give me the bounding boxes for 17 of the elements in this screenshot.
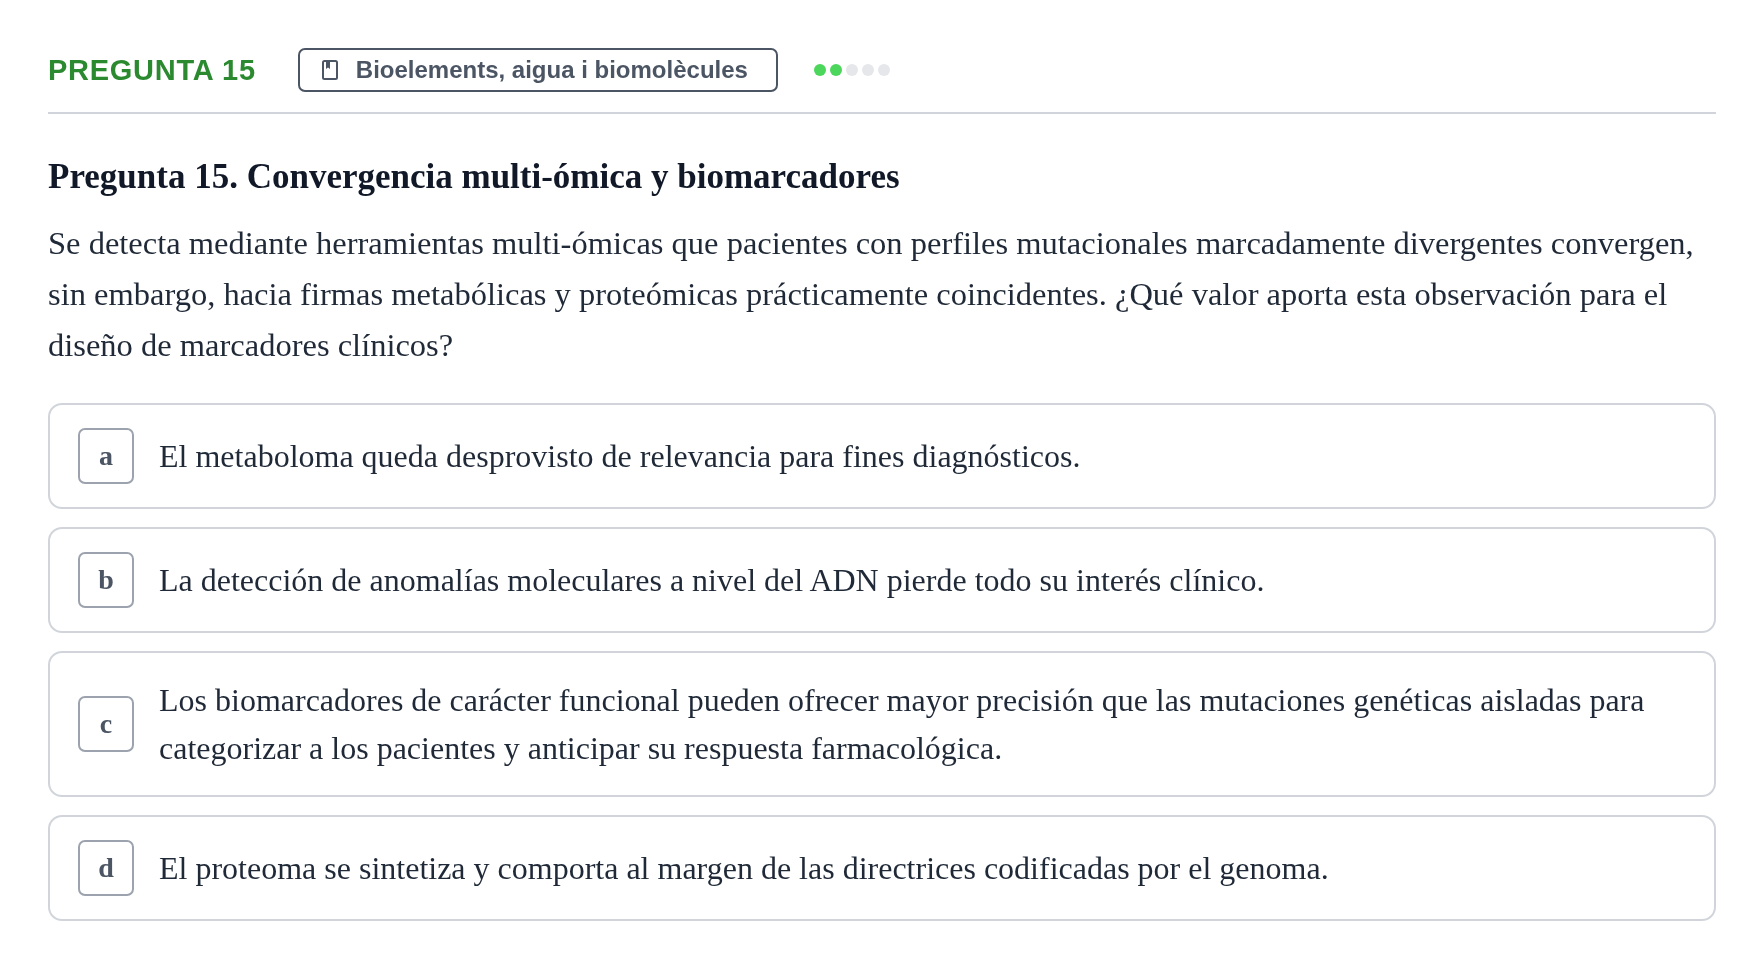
question-title: Pregunta 15. Convergencia multi-ómica y biomarcadores [48,156,901,198]
answer-option[interactable]: b La detección de anomalías moleculares a nivel del ADN pierde todo su interés clínico. [48,527,1716,633]
question-number-label: PREGUNTA 15 [48,55,256,85]
option-text: La detección de anomalías moleculares a nivel del ADN pierde todo su interés clínico. [159,561,1265,600]
topic-label: Bioelements, aigua i biomolècules [355,58,748,82]
option-letter: b [78,552,134,608]
option-letter: c [78,696,134,752]
option-text: El metaboloma queda desprovisto de relevancia para fines diagnósticos. [159,437,1081,476]
answer-option[interactable]: d El proteoma se sintetiza y comporta al margen de las directrices codificadas por el genoma. [48,815,1716,921]
option-letter: d [78,840,134,896]
option-text: Los biomarcadores de carácter funcional pueden ofrecer mayor precisión que las mutaciones genéticas aisladas para categorizar a los pacientes y anticipar su respuesta farmacológica. [159,681,1646,768]
book-icon [321,60,338,80]
option-text: El proteoma se sintetiza y comporta al margen de las directrices codificadas por el genoma. [159,849,1329,888]
option-letter: a [78,428,134,484]
question-text: Se detecta mediante herramientas multi-ómicas que pacientes con perfiles mutacionales marcadamente divergentes convergen, sin embargo, hacia firmas metabólicas y proteómicas prácticamente coincidentes. ¿Qué valor aporta esta observación para el diseño de marcadores clínicos? [48,224,1695,365]
answer-option[interactable]: c Los biomarcadores de carácter funcional pueden ofrecer mayor precisión que las mutaciones genéticas aisladas para categorizar a los pacientes y anticipar su respuesta farmacológica. [48,651,1716,797]
answer-option[interactable]: a El metaboloma queda desprovisto de relevancia para fines diagnósticos. [48,403,1716,509]
